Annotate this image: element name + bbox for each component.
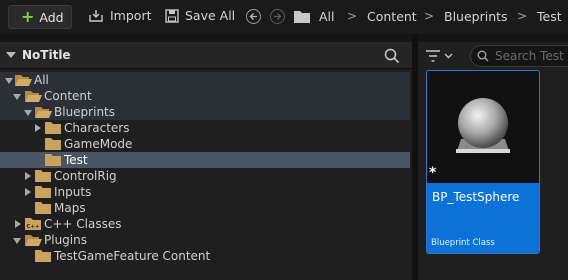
tree-item-label: All	[34, 73, 49, 87]
tree-item-blueprints[interactable]: Blueprints	[0, 104, 410, 120]
tree-item-maps[interactable]: Maps	[0, 200, 410, 216]
folder-icon	[35, 202, 51, 214]
arrow-left-icon	[249, 13, 257, 20]
breadcrumb-blueprints[interactable]: Blueprints	[444, 9, 508, 24]
tree-item-label: ControlRig	[54, 169, 117, 183]
breadcrumb-separator-icon[interactable]: >	[517, 9, 527, 23]
breadcrumb-content[interactable]: Content	[367, 9, 417, 24]
folder-icon	[45, 122, 61, 134]
save-all-label: Save All	[185, 8, 236, 23]
add-button[interactable]: + Add	[8, 5, 72, 29]
tree-item-cpp-classes[interactable]: C++ C++ Classes	[0, 216, 410, 232]
collapse-caret-icon[interactable]	[6, 52, 16, 58]
asset-view-panel: Search Test * BP_TestSphere Blueprint Cl…	[418, 42, 568, 280]
sphere-thumbnail-icon	[456, 98, 510, 153]
expand-arrow-icon[interactable]	[25, 188, 31, 196]
folder-icon	[35, 186, 51, 198]
tree-item-label: Content	[44, 89, 92, 103]
tree-item-label: TestGameFeature Content	[54, 249, 211, 263]
expand-arrow-icon[interactable]	[15, 220, 21, 228]
expand-arrow-icon[interactable]	[24, 110, 32, 116]
folder-open-icon	[15, 75, 32, 86]
tree-item-label: Maps	[54, 201, 86, 215]
import-icon	[89, 9, 103, 22]
tree-item-characters[interactable]: Characters	[0, 120, 410, 136]
asset-info: BP_TestSphere Blueprint Class	[427, 183, 539, 253]
asset-search-input[interactable]: Search Test	[470, 45, 568, 67]
folder-open-icon	[25, 91, 42, 102]
folder-icon	[45, 154, 61, 166]
folder-open-icon	[35, 107, 52, 118]
tree-item-label: GameMode	[64, 137, 133, 151]
breadcrumb-all[interactable]: All	[319, 9, 335, 24]
tree-item-plugins[interactable]: Plugins	[0, 232, 410, 248]
tree-item-testgamefeature[interactable]: TestGameFeature Content	[0, 248, 410, 264]
filter-bar: Search Test	[426, 45, 568, 67]
tree-item-all[interactable]: All	[0, 72, 410, 88]
expand-arrow-icon[interactable]	[25, 172, 31, 180]
tree-item-label: C++ Classes	[44, 217, 122, 231]
folder-icon	[35, 250, 51, 262]
cpp-folder-icon: C++	[25, 218, 41, 230]
breadcrumb-separator-icon[interactable]: >	[424, 9, 434, 23]
svg-text:C++: C++	[26, 224, 40, 230]
tree-item-label: Blueprints	[54, 105, 116, 119]
tree-item-controlrig[interactable]: ControlRig	[0, 168, 410, 184]
filter-icon[interactable]	[426, 50, 440, 62]
asset-thumbnail	[427, 71, 539, 183]
tree-item-label: Test	[64, 153, 88, 167]
import-label: Import	[110, 8, 152, 23]
breadcrumb-test[interactable]: Test	[537, 9, 562, 24]
plus-icon: +	[21, 7, 35, 26]
asset-type: Blueprint Class	[431, 238, 495, 248]
chevron-down-icon[interactable]	[444, 53, 453, 59]
tree-item-content[interactable]: Content	[0, 88, 410, 104]
add-label: Add	[39, 9, 64, 25]
tree-item-label: Plugins	[44, 233, 87, 247]
folder-icon	[45, 138, 61, 150]
expand-arrow-icon[interactable]	[13, 94, 21, 100]
import-button[interactable]: Import	[88, 8, 152, 23]
tree-item-label: Inputs	[54, 185, 92, 199]
tree-item-inputs[interactable]: Inputs	[0, 184, 410, 200]
arrow-right-icon	[274, 13, 282, 20]
panel-title: NoTitle	[22, 48, 71, 62]
panel-header: NoTitle	[0, 42, 412, 69]
forward-button[interactable]	[270, 9, 285, 24]
folder-icon[interactable]	[294, 10, 310, 23]
tree-item-label: Characters	[64, 121, 130, 135]
expand-arrow-icon[interactable]	[35, 124, 41, 132]
search-placeholder: Search Test	[495, 49, 564, 63]
asset-tile[interactable]: * BP_TestSphere Blueprint Class	[426, 70, 540, 254]
tree-item-gamemode[interactable]: GameMode	[0, 136, 410, 152]
unsaved-marker: *	[429, 165, 437, 181]
toolbar: + Add Import Save All All > Content > Bl…	[0, 0, 568, 34]
search-icon	[477, 50, 489, 62]
back-button[interactable]	[246, 9, 261, 24]
tree-item-test[interactable]: Test	[0, 152, 410, 168]
breadcrumb-separator-icon[interactable]: >	[347, 9, 357, 23]
save-icon	[165, 8, 179, 23]
folder-open-icon	[25, 235, 42, 246]
expand-arrow-icon[interactable]	[13, 238, 21, 244]
folder-icon	[35, 170, 51, 182]
save-all-button[interactable]: Save All	[165, 8, 235, 23]
sources-panel: NoTitle All Content Blueprints Character…	[0, 42, 412, 280]
expand-arrow-icon[interactable]	[5, 78, 13, 84]
asset-name: BP_TestSphere	[432, 190, 520, 204]
search-icon[interactable]	[384, 48, 400, 64]
